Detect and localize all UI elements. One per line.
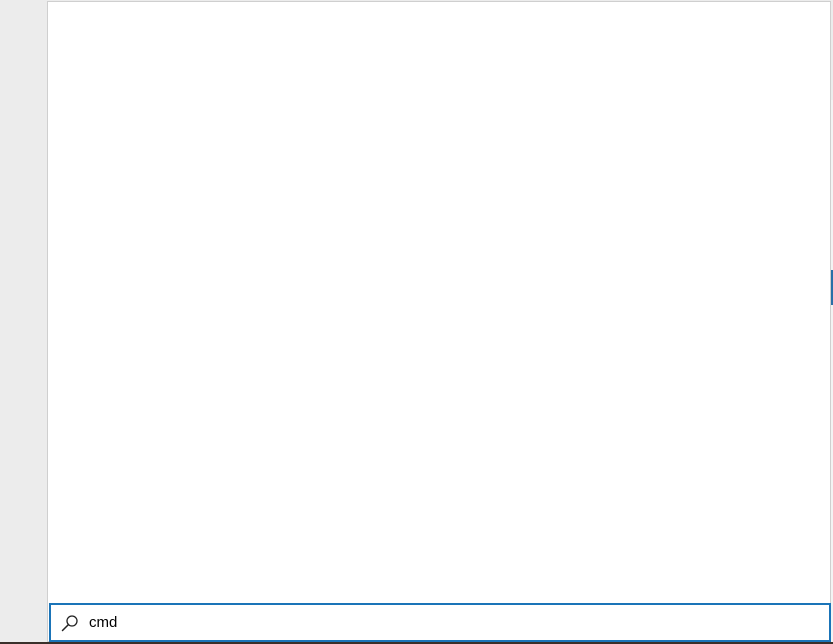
search-results-area [48, 2, 830, 602]
start-search-panel [47, 1, 831, 642]
search-input[interactable] [89, 607, 789, 638]
search-icon [61, 614, 79, 632]
search-box[interactable] [49, 603, 831, 642]
